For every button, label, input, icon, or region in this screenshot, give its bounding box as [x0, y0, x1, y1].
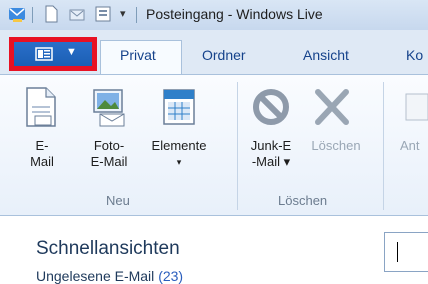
unread-mail-label: Ungelesene E-Mail — [36, 268, 155, 284]
app-icon[interactable] — [8, 5, 26, 23]
unread-mail-item[interactable]: Ungelesene E-Mail (23) — [36, 268, 183, 284]
quick-views-heading: Schnellansichten — [36, 238, 180, 259]
delete-x-icon — [315, 89, 349, 125]
items-dropdown-icon: ▾ — [176, 157, 182, 167]
photo-mail-label-2: E-Mail — [90, 154, 128, 169]
group-label-neu: Neu — [106, 193, 130, 208]
new-mail-label-2: Mail — [30, 154, 54, 169]
delete-label: Löschen — [311, 138, 361, 153]
new-mail-icon — [26, 87, 56, 127]
file-menu-button[interactable]: ▼ — [14, 42, 92, 66]
tab-privat[interactable]: Privat — [120, 47, 156, 63]
items-label-1: Elemente — [151, 138, 207, 153]
file-menu-highlight: ▼ — [9, 37, 97, 71]
tab-ordner[interactable]: Ordner — [202, 47, 246, 63]
group-label-loeschen: Löschen — [278, 193, 328, 208]
text-caret — [397, 242, 398, 262]
photo-mail-icon — [93, 89, 125, 127]
group-separator-1 — [237, 82, 238, 210]
quick-access-dropdown-icon[interactable]: ▾ — [120, 7, 126, 20]
junk-label-2: -Mail ▾ — [251, 154, 291, 169]
junk-icon — [253, 89, 289, 125]
reply-label: Ant — [400, 138, 420, 153]
title-separator — [136, 7, 137, 23]
tab-kontakte[interactable]: Ko — [406, 47, 423, 63]
junk-label-1: Junk-E — [250, 138, 292, 153]
new-mail-label-1: E- — [35, 138, 49, 153]
reply-icon — [405, 93, 428, 121]
tab-ansicht[interactable]: Ansicht — [303, 47, 349, 63]
window-title: Posteingang - Windows Live — [146, 6, 323, 22]
chevron-down-icon: ▼ — [66, 46, 77, 58]
search-input[interactable] — [384, 232, 428, 272]
junk-mail-button[interactable]: Junk-E -Mail ▾ — [244, 138, 298, 170]
delete-button[interactable]: Löschen — [308, 138, 364, 154]
reply-quick-icon[interactable] — [68, 5, 86, 23]
items-button[interactable]: Elemente ▾ — [149, 138, 209, 170]
title-bar: ▾ Posteingang - Windows Live — [0, 0, 428, 30]
reply-button[interactable]: Ant — [400, 138, 428, 154]
group-separator-2 — [383, 82, 384, 210]
menu-icon — [35, 47, 53, 61]
quick-access-separator — [32, 7, 33, 23]
new-item-icon[interactable] — [42, 5, 60, 23]
send-receive-quick-icon[interactable] — [94, 5, 112, 23]
photo-mail-button[interactable]: Foto- E-Mail — [84, 138, 134, 170]
unread-mail-count: (23) — [158, 268, 184, 284]
new-mail-button[interactable]: E- Mail — [22, 138, 62, 170]
photo-mail-label-1: Foto- — [93, 138, 125, 153]
items-calendar-icon — [163, 89, 195, 125]
